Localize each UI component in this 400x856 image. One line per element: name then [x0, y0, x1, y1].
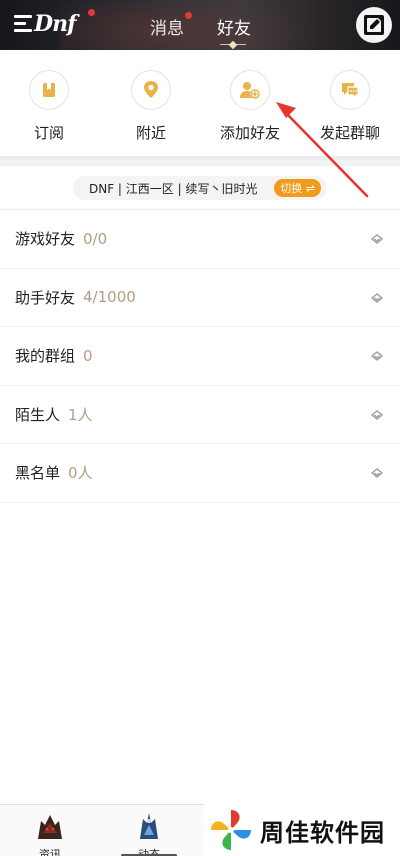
server-text: DNF | 江西一区 | 续写丶旧时光	[89, 181, 258, 196]
quick-actions: 订阅 附近 添加好友 发起群聊	[0, 50, 400, 156]
watermark: 周佳软件园	[204, 804, 400, 856]
tab-friends[interactable]: 好友	[217, 14, 251, 39]
active-tab-indicator	[220, 43, 246, 46]
add-friend-label: 添加好友	[219, 124, 280, 142]
nearby-circle	[131, 70, 171, 110]
group-chat-action[interactable]: 发起群聊	[310, 70, 390, 143]
notification-dot	[88, 9, 95, 16]
unread-dot	[185, 12, 192, 19]
group-count: 1人	[68, 405, 93, 424]
subscribe-circle	[29, 70, 69, 110]
group-name: 陌生人	[15, 405, 61, 424]
tab-friends-label: 好友	[217, 19, 251, 39]
tab-messages[interactable]: 消息	[150, 12, 192, 39]
expand-diamond-icon	[371, 292, 383, 303]
nav-feed[interactable]: 动态	[119, 811, 179, 856]
group-row-my-groups[interactable]: 我的群组 0	[0, 327, 400, 386]
top-bar: Dnf 消息 好友	[0, 0, 400, 50]
group-name: 我的群组	[15, 347, 76, 366]
dnf-logo: Dnf	[34, 11, 77, 37]
switch-label: 切换 ⇌	[280, 182, 315, 195]
section-divider	[0, 156, 400, 166]
expand-diamond-icon	[371, 234, 383, 244]
group-chat-label: 发起群聊	[319, 124, 380, 142]
location-pin-icon	[144, 81, 158, 98]
group-name: 黑名单	[15, 464, 61, 483]
compose-button[interactable]	[356, 7, 392, 43]
nearby-action[interactable]: 附近	[111, 70, 191, 143]
news-thumb-icon	[35, 811, 65, 841]
group-count: 4/1000	[83, 288, 136, 307]
add-friend-action[interactable]: 添加好友	[210, 70, 290, 143]
switch-server-button[interactable]: 切换 ⇌	[274, 179, 321, 197]
menu-logo-button[interactable]: Dnf	[14, 9, 95, 41]
group-chat-icon	[342, 83, 359, 99]
friend-group-list: 游戏好友 0/0 助手好友 4/1000 我的群组 0 陌生人 1人 黑名单 0…	[0, 210, 400, 503]
server-row: DNF | 江西一区 | 续写丶旧时光 切换 ⇌	[0, 166, 400, 210]
group-count: 0	[83, 346, 93, 365]
expand-diamond-icon	[371, 351, 383, 361]
add-friend-icon	[240, 82, 260, 99]
group-name: 助手好友	[15, 288, 76, 307]
group-row-helper-friends[interactable]: 助手好友 4/1000	[0, 269, 400, 327]
server-selector[interactable]: DNF | 江西一区 | 续写丶旧时光 切换 ⇌	[73, 176, 327, 200]
watermark-text: 周佳软件园	[260, 818, 385, 847]
nav-news[interactable]: 资讯	[20, 811, 80, 856]
edit-icon	[364, 15, 384, 35]
subscribe-label: 订阅	[33, 124, 64, 142]
feed-thumb-icon	[134, 811, 164, 841]
bookmark-icon	[43, 83, 55, 97]
group-name: 游戏好友	[15, 230, 76, 249]
subscribe-action[interactable]: 订阅	[9, 70, 89, 143]
nav-news-label: 资讯	[39, 848, 61, 856]
pinwheel-logo-icon	[211, 810, 251, 850]
expand-diamond-icon	[371, 409, 383, 420]
add-friend-circle	[230, 70, 270, 110]
expand-diamond-icon	[371, 468, 383, 478]
nearby-label: 附近	[135, 124, 166, 142]
group-count: 0人	[68, 464, 93, 483]
menu-icon	[14, 15, 32, 33]
group-chat-circle	[330, 70, 370, 110]
group-row-strangers[interactable]: 陌生人 1人	[0, 386, 400, 444]
tab-messages-label: 消息	[150, 19, 184, 39]
group-row-blacklist[interactable]: 黑名单 0人	[0, 444, 400, 503]
group-row-game-friends[interactable]: 游戏好友 0/0	[0, 210, 400, 269]
group-count: 0/0	[83, 229, 108, 248]
